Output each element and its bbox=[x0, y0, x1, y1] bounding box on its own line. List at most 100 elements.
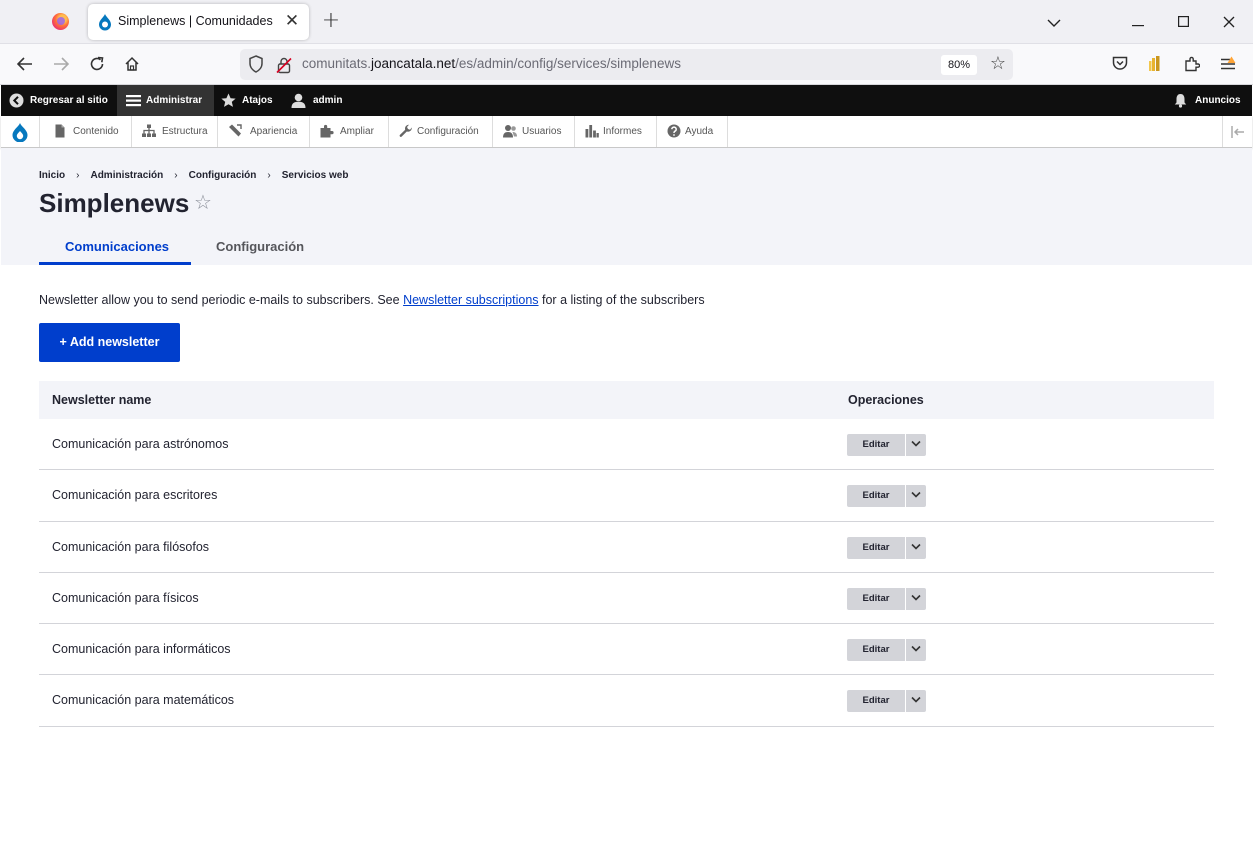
maximize-window-icon[interactable] bbox=[1171, 10, 1195, 34]
breadcrumb-item-servicios-web[interactable]: Servicios web bbox=[282, 170, 349, 181]
edit-button[interactable]: Editar bbox=[847, 690, 905, 712]
tray-item-informes[interactable]: Informes bbox=[575, 116, 657, 147]
operations-dropbutton: Editar bbox=[847, 639, 926, 662]
back-arrow-icon[interactable] bbox=[13, 52, 37, 76]
table-row: Comunicación para filósofos Editar bbox=[39, 522, 1214, 573]
edit-button[interactable]: Editar bbox=[847, 485, 905, 507]
operations-dropbutton: Editar bbox=[847, 690, 926, 713]
url-text[interactable]: comunitats.joancatala.net/es/admin/confi… bbox=[302, 56, 681, 71]
breadcrumb-item-configuracion[interactable]: Configuración bbox=[189, 170, 257, 181]
bookmark-star-icon[interactable]: ☆ bbox=[988, 52, 1008, 76]
browser-nav-bar: comunitats.joancatala.net/es/admin/confi… bbox=[0, 44, 1253, 85]
tray-item-configuracion[interactable]: Configuración bbox=[389, 116, 493, 147]
breadcrumb-separator: › bbox=[174, 170, 178, 181]
sitemap-icon bbox=[142, 124, 156, 137]
hamburger-icon bbox=[126, 95, 141, 107]
shortcuts-menu-button[interactable]: Atajos bbox=[221, 85, 281, 116]
newsletter-subscriptions-link[interactable]: Newsletter subscriptions bbox=[403, 293, 538, 307]
extensions-puzzle-icon[interactable] bbox=[1180, 52, 1204, 76]
tray-item-ampliar[interactable]: Ampliar bbox=[310, 116, 389, 147]
table-row: Comunicación para matemáticos Editar bbox=[39, 675, 1214, 727]
dropbutton-toggle[interactable] bbox=[905, 587, 926, 610]
newsletter-name: Comunicación para matemáticos bbox=[52, 693, 235, 708]
chevron-down-icon bbox=[911, 492, 921, 498]
star-icon bbox=[221, 93, 236, 107]
tray-item-contenido[interactable]: Contenido bbox=[43, 116, 132, 147]
chevron-down-icon bbox=[911, 697, 921, 704]
intro-text: Newsletter allow you to send periodic e-… bbox=[39, 293, 705, 307]
header-operaciones: Operaciones bbox=[848, 393, 924, 407]
tab-configuracion[interactable]: Configuración bbox=[216, 239, 304, 254]
chevron-down-icon bbox=[911, 646, 921, 652]
insecure-lock-icon[interactable] bbox=[276, 56, 292, 74]
breadcrumb-item-administracion[interactable]: Administración bbox=[90, 170, 163, 181]
wrench-brush-icon bbox=[229, 124, 242, 137]
header-newsletter-name: Newsletter name bbox=[52, 393, 152, 407]
tray-item-ayuda[interactable]: Ayuda bbox=[657, 116, 728, 147]
chevron-down-icon bbox=[911, 594, 921, 601]
tab-comunicaciones[interactable]: Comunicaciones bbox=[65, 239, 169, 254]
edit-button[interactable]: Editar bbox=[847, 434, 905, 456]
active-tab-indicator bbox=[39, 262, 191, 265]
dropbutton-toggle[interactable] bbox=[905, 690, 926, 713]
forward-arrow-icon[interactable] bbox=[49, 52, 73, 76]
drupal-admin-toolbar: Regresar al sitio Administrar Atajos adm… bbox=[1, 85, 1252, 116]
newsletter-name: Comunicación para filósofos bbox=[52, 539, 210, 554]
file-icon bbox=[55, 124, 65, 138]
tray-orientation-toggle-icon[interactable] bbox=[1222, 116, 1252, 147]
breadcrumb: Inicio › Administración › Configuración › Serv… bbox=[39, 170, 348, 181]
operations-dropbutton: Editar bbox=[847, 536, 926, 559]
help-icon bbox=[667, 124, 681, 138]
puzzle-icon bbox=[320, 124, 334, 138]
tray-item-apariencia[interactable]: Apariencia bbox=[218, 116, 310, 147]
user-icon bbox=[291, 93, 306, 108]
home-icon[interactable] bbox=[120, 52, 144, 76]
dropbutton-toggle[interactable] bbox=[905, 485, 926, 508]
dropbutton-toggle[interactable] bbox=[905, 639, 926, 662]
app-menu-hamburger-icon[interactable] bbox=[1216, 52, 1240, 76]
browser-tab-active[interactable]: Simplenews | Comunidades ✕ bbox=[88, 4, 309, 40]
bell-icon bbox=[1174, 94, 1187, 108]
table-row: Comunicación para físicos Editar bbox=[39, 573, 1214, 625]
minimize-window-icon[interactable] bbox=[1126, 10, 1150, 34]
zoom-level-badge[interactable]: 80% bbox=[941, 55, 977, 75]
tab-close-icon[interactable]: ✕ bbox=[283, 11, 301, 31]
announcements-button[interactable]: Anuncios bbox=[1173, 85, 1243, 116]
table-row: Comunicación para informáticos Editar bbox=[39, 624, 1214, 676]
newsletter-name: Comunicación para físicos bbox=[52, 590, 199, 605]
dropbutton-toggle[interactable] bbox=[905, 434, 926, 456]
firefox-logo-icon[interactable] bbox=[52, 13, 69, 30]
operations-dropbutton: Editar bbox=[847, 587, 926, 610]
breadcrumb-item-inicio[interactable]: Inicio bbox=[39, 170, 65, 181]
breadcrumb-separator: › bbox=[76, 170, 80, 181]
add-shortcut-star-icon[interactable]: ☆ bbox=[194, 190, 212, 214]
dropbutton-toggle[interactable] bbox=[905, 536, 926, 559]
close-window-icon[interactable] bbox=[1217, 10, 1241, 34]
newsletter-table: Newsletter name Operaciones Comunicación… bbox=[39, 381, 1214, 727]
edit-button[interactable]: Editar bbox=[847, 537, 905, 559]
table-header: Newsletter name Operaciones bbox=[39, 381, 1214, 419]
back-circle-icon bbox=[9, 93, 24, 108]
drupal-favicon-icon bbox=[99, 14, 111, 31]
library-books-icon[interactable] bbox=[1144, 52, 1168, 76]
drupal-logo-icon[interactable] bbox=[11, 122, 29, 142]
manage-label: Administrar bbox=[146, 95, 203, 106]
pocket-icon[interactable] bbox=[1108, 52, 1132, 76]
tab-list-chevron-icon[interactable] bbox=[1042, 10, 1066, 34]
tray-divider bbox=[39, 116, 40, 147]
url-bar[interactable]: comunitats.joancatala.net/es/admin/confi… bbox=[240, 49, 1013, 80]
tray-item-usuarios[interactable]: Usuarios bbox=[493, 116, 575, 147]
newsletter-name: Comunicación para informáticos bbox=[52, 642, 231, 657]
new-tab-plus-icon[interactable]: + bbox=[321, 10, 341, 33]
back-to-site-link[interactable]: Regresar al sitio bbox=[1, 85, 115, 116]
user-menu-button[interactable]: admin bbox=[291, 85, 351, 116]
breadcrumb-separator: › bbox=[267, 170, 271, 181]
manage-menu-button[interactable]: Administrar bbox=[117, 85, 214, 116]
add-newsletter-button[interactable]: + Add newsletter bbox=[39, 323, 180, 362]
edit-button[interactable]: Editar bbox=[847, 588, 905, 610]
reload-icon[interactable] bbox=[85, 52, 109, 76]
edit-button[interactable]: Editar bbox=[847, 639, 905, 661]
back-to-site-label: Regresar al sitio bbox=[30, 95, 108, 106]
tracking-shield-icon[interactable] bbox=[248, 55, 264, 73]
tray-item-estructura[interactable]: Estructura bbox=[132, 116, 218, 147]
